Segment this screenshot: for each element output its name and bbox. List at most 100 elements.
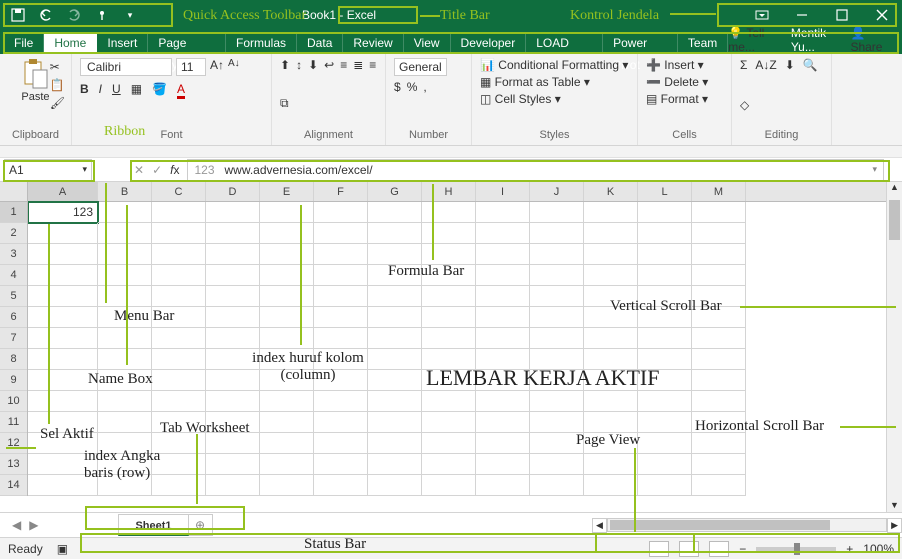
cell[interactable] bbox=[28, 307, 98, 328]
cell[interactable] bbox=[530, 412, 584, 433]
cell[interactable] bbox=[98, 307, 152, 328]
cell[interactable] bbox=[530, 265, 584, 286]
cell[interactable] bbox=[260, 454, 314, 475]
cell[interactable] bbox=[638, 370, 692, 391]
cell[interactable] bbox=[206, 370, 260, 391]
cell[interactable] bbox=[584, 391, 638, 412]
cell[interactable] bbox=[692, 412, 746, 433]
user-name[interactable]: Mentik Yu... bbox=[791, 26, 843, 54]
cell[interactable] bbox=[584, 244, 638, 265]
cell[interactable] bbox=[98, 328, 152, 349]
cell[interactable] bbox=[584, 433, 638, 454]
cell[interactable] bbox=[692, 307, 746, 328]
cell[interactable] bbox=[314, 433, 368, 454]
fill-icon[interactable]: ⬇ bbox=[785, 58, 795, 72]
cell[interactable] bbox=[206, 391, 260, 412]
cell[interactable] bbox=[422, 244, 476, 265]
cell[interactable] bbox=[692, 223, 746, 244]
cell[interactable] bbox=[476, 265, 530, 286]
row-header[interactable]: 4 bbox=[0, 265, 27, 286]
cell[interactable] bbox=[28, 349, 98, 370]
qat-customize-icon[interactable]: ▾ bbox=[118, 3, 142, 27]
tab-file[interactable]: File bbox=[4, 32, 44, 54]
cell[interactable] bbox=[692, 454, 746, 475]
cell-styles[interactable]: ◫ Cell Styles ▾ bbox=[480, 92, 561, 106]
cell[interactable] bbox=[98, 286, 152, 307]
undo-icon[interactable] bbox=[34, 3, 58, 27]
cell[interactable] bbox=[368, 349, 422, 370]
fill-color-icon[interactable]: 🪣 bbox=[152, 82, 167, 99]
cell[interactable] bbox=[530, 391, 584, 412]
cell[interactable] bbox=[98, 223, 152, 244]
cell[interactable] bbox=[692, 244, 746, 265]
formula-bar[interactable]: 123 www.advernesia.com/excel/ ▾ bbox=[187, 159, 884, 181]
cell[interactable] bbox=[422, 265, 476, 286]
row-header[interactable]: 8 bbox=[0, 349, 27, 370]
italic-icon[interactable]: I bbox=[99, 82, 102, 99]
cell[interactable] bbox=[152, 328, 206, 349]
vertical-scrollbar[interactable]: ▲ ▼ bbox=[886, 182, 902, 512]
cell[interactable] bbox=[152, 223, 206, 244]
cell[interactable] bbox=[314, 265, 368, 286]
cell[interactable] bbox=[584, 349, 638, 370]
autosum-icon[interactable]: Σ bbox=[740, 58, 747, 72]
cell[interactable] bbox=[692, 349, 746, 370]
tab-page-layout[interactable]: Page Layout bbox=[148, 32, 226, 54]
cell[interactable] bbox=[368, 412, 422, 433]
cell[interactable] bbox=[98, 349, 152, 370]
comma-icon[interactable]: , bbox=[423, 80, 426, 94]
cell[interactable] bbox=[692, 328, 746, 349]
cell[interactable] bbox=[584, 475, 638, 496]
decrease-font-icon[interactable]: A↓ bbox=[228, 58, 240, 76]
cell[interactable] bbox=[98, 412, 152, 433]
cell[interactable] bbox=[530, 475, 584, 496]
cell[interactable] bbox=[422, 370, 476, 391]
cell[interactable] bbox=[476, 370, 530, 391]
cell[interactable] bbox=[98, 244, 152, 265]
cell[interactable] bbox=[314, 286, 368, 307]
row-header[interactable]: 12 bbox=[0, 433, 27, 454]
cell[interactable] bbox=[152, 370, 206, 391]
cell[interactable] bbox=[584, 286, 638, 307]
cell[interactable] bbox=[314, 412, 368, 433]
cell[interactable] bbox=[368, 307, 422, 328]
col-header[interactable]: K bbox=[584, 182, 638, 201]
font-name[interactable]: Calibri bbox=[80, 58, 172, 76]
cell[interactable] bbox=[638, 202, 692, 223]
view-page-layout-icon[interactable] bbox=[679, 541, 699, 557]
cell[interactable] bbox=[476, 433, 530, 454]
cell[interactable] bbox=[476, 286, 530, 307]
wrap-text-icon[interactable]: ↩ bbox=[324, 58, 334, 72]
cell[interactable] bbox=[692, 202, 746, 223]
horizontal-scrollbar[interactable] bbox=[607, 518, 887, 532]
font-color-icon[interactable]: A bbox=[177, 82, 185, 99]
cell[interactable] bbox=[28, 370, 98, 391]
cell[interactable] bbox=[422, 307, 476, 328]
cell[interactable] bbox=[422, 223, 476, 244]
cell[interactable]: 123 bbox=[28, 202, 98, 223]
tab-formulas[interactable]: Formulas bbox=[226, 32, 297, 54]
row-header[interactable]: 6 bbox=[0, 307, 27, 328]
cell[interactable] bbox=[152, 391, 206, 412]
align-left-icon[interactable]: ≡ bbox=[340, 58, 347, 72]
cell[interactable] bbox=[28, 328, 98, 349]
format-as-table[interactable]: ▦ Format as Table ▾ bbox=[480, 75, 590, 89]
cell[interactable] bbox=[152, 244, 206, 265]
cell[interactable] bbox=[368, 244, 422, 265]
bold-icon[interactable]: B bbox=[80, 82, 89, 99]
row-header[interactable]: 3 bbox=[0, 244, 27, 265]
cell[interactable] bbox=[260, 223, 314, 244]
cell[interactable] bbox=[28, 475, 98, 496]
cell[interactable] bbox=[638, 454, 692, 475]
cell[interactable] bbox=[638, 433, 692, 454]
align-center-icon[interactable]: ≣ bbox=[353, 58, 363, 72]
cell[interactable] bbox=[638, 265, 692, 286]
cell[interactable] bbox=[260, 307, 314, 328]
cell[interactable] bbox=[314, 202, 368, 223]
zoom-level[interactable]: 100% bbox=[863, 542, 894, 556]
tab-team[interactable]: Team bbox=[678, 32, 728, 54]
col-header[interactable]: M bbox=[692, 182, 746, 201]
hscroll-right-icon[interactable]: ▶ bbox=[887, 518, 902, 533]
tell-me[interactable]: 💡 Tell me... bbox=[728, 26, 783, 54]
cell[interactable] bbox=[584, 412, 638, 433]
